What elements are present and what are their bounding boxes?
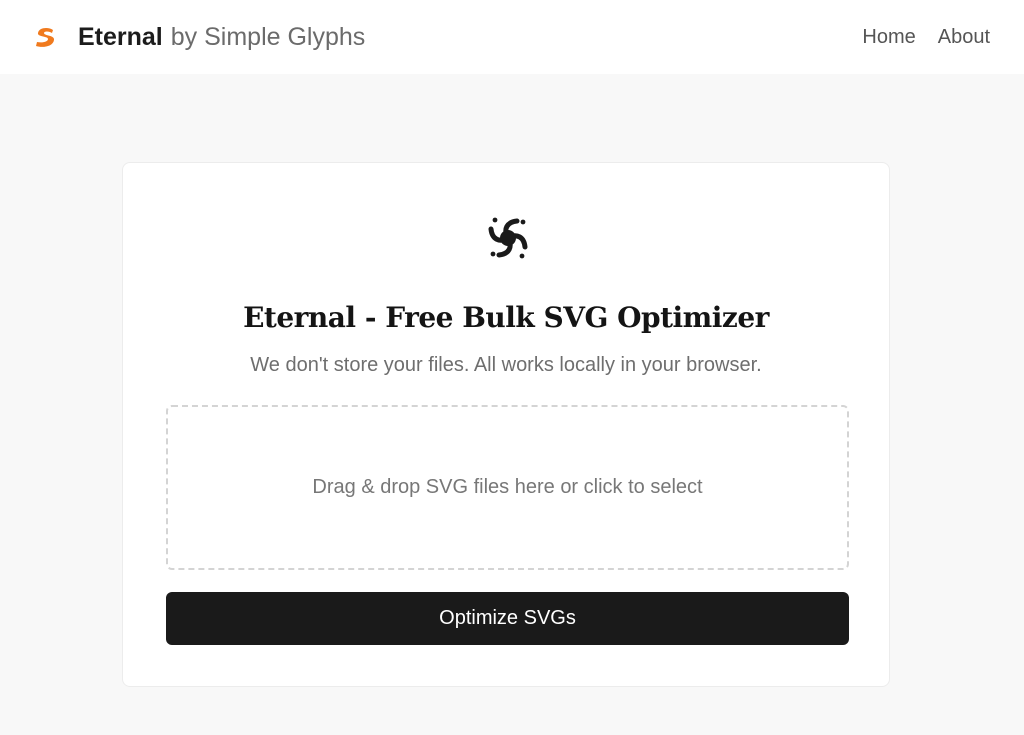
dropzone-text: Drag & drop SVG files here or click to s… (312, 476, 703, 498)
optimizer-card: Eternal - Free Bulk SVG Optimizer We don… (122, 162, 890, 687)
brand-name: Eternal (78, 22, 163, 51)
nav-link-about[interactable]: About (938, 26, 990, 49)
nav-link-home[interactable]: Home (862, 26, 915, 49)
file-dropzone[interactable]: Drag & drop SVG files here or click to s… (166, 405, 849, 570)
page-title: Eternal - Free Bulk SVG Optimizer (243, 301, 769, 334)
brand-logo-icon (34, 25, 58, 49)
brand-suffix: by Simple Glyphs (170, 22, 366, 51)
swirl-vortex-icon (477, 207, 539, 269)
optimize-svgs-button[interactable]: Optimize SVGs (166, 592, 849, 645)
nav-links: Home About (840, 26, 990, 49)
brand[interactable]: Eternal by Simple Glyphs (34, 23, 365, 52)
page-subtitle: We don't store your files. All works loc… (250, 354, 762, 376)
navbar: Eternal by Simple Glyphs Home About (0, 0, 1024, 74)
